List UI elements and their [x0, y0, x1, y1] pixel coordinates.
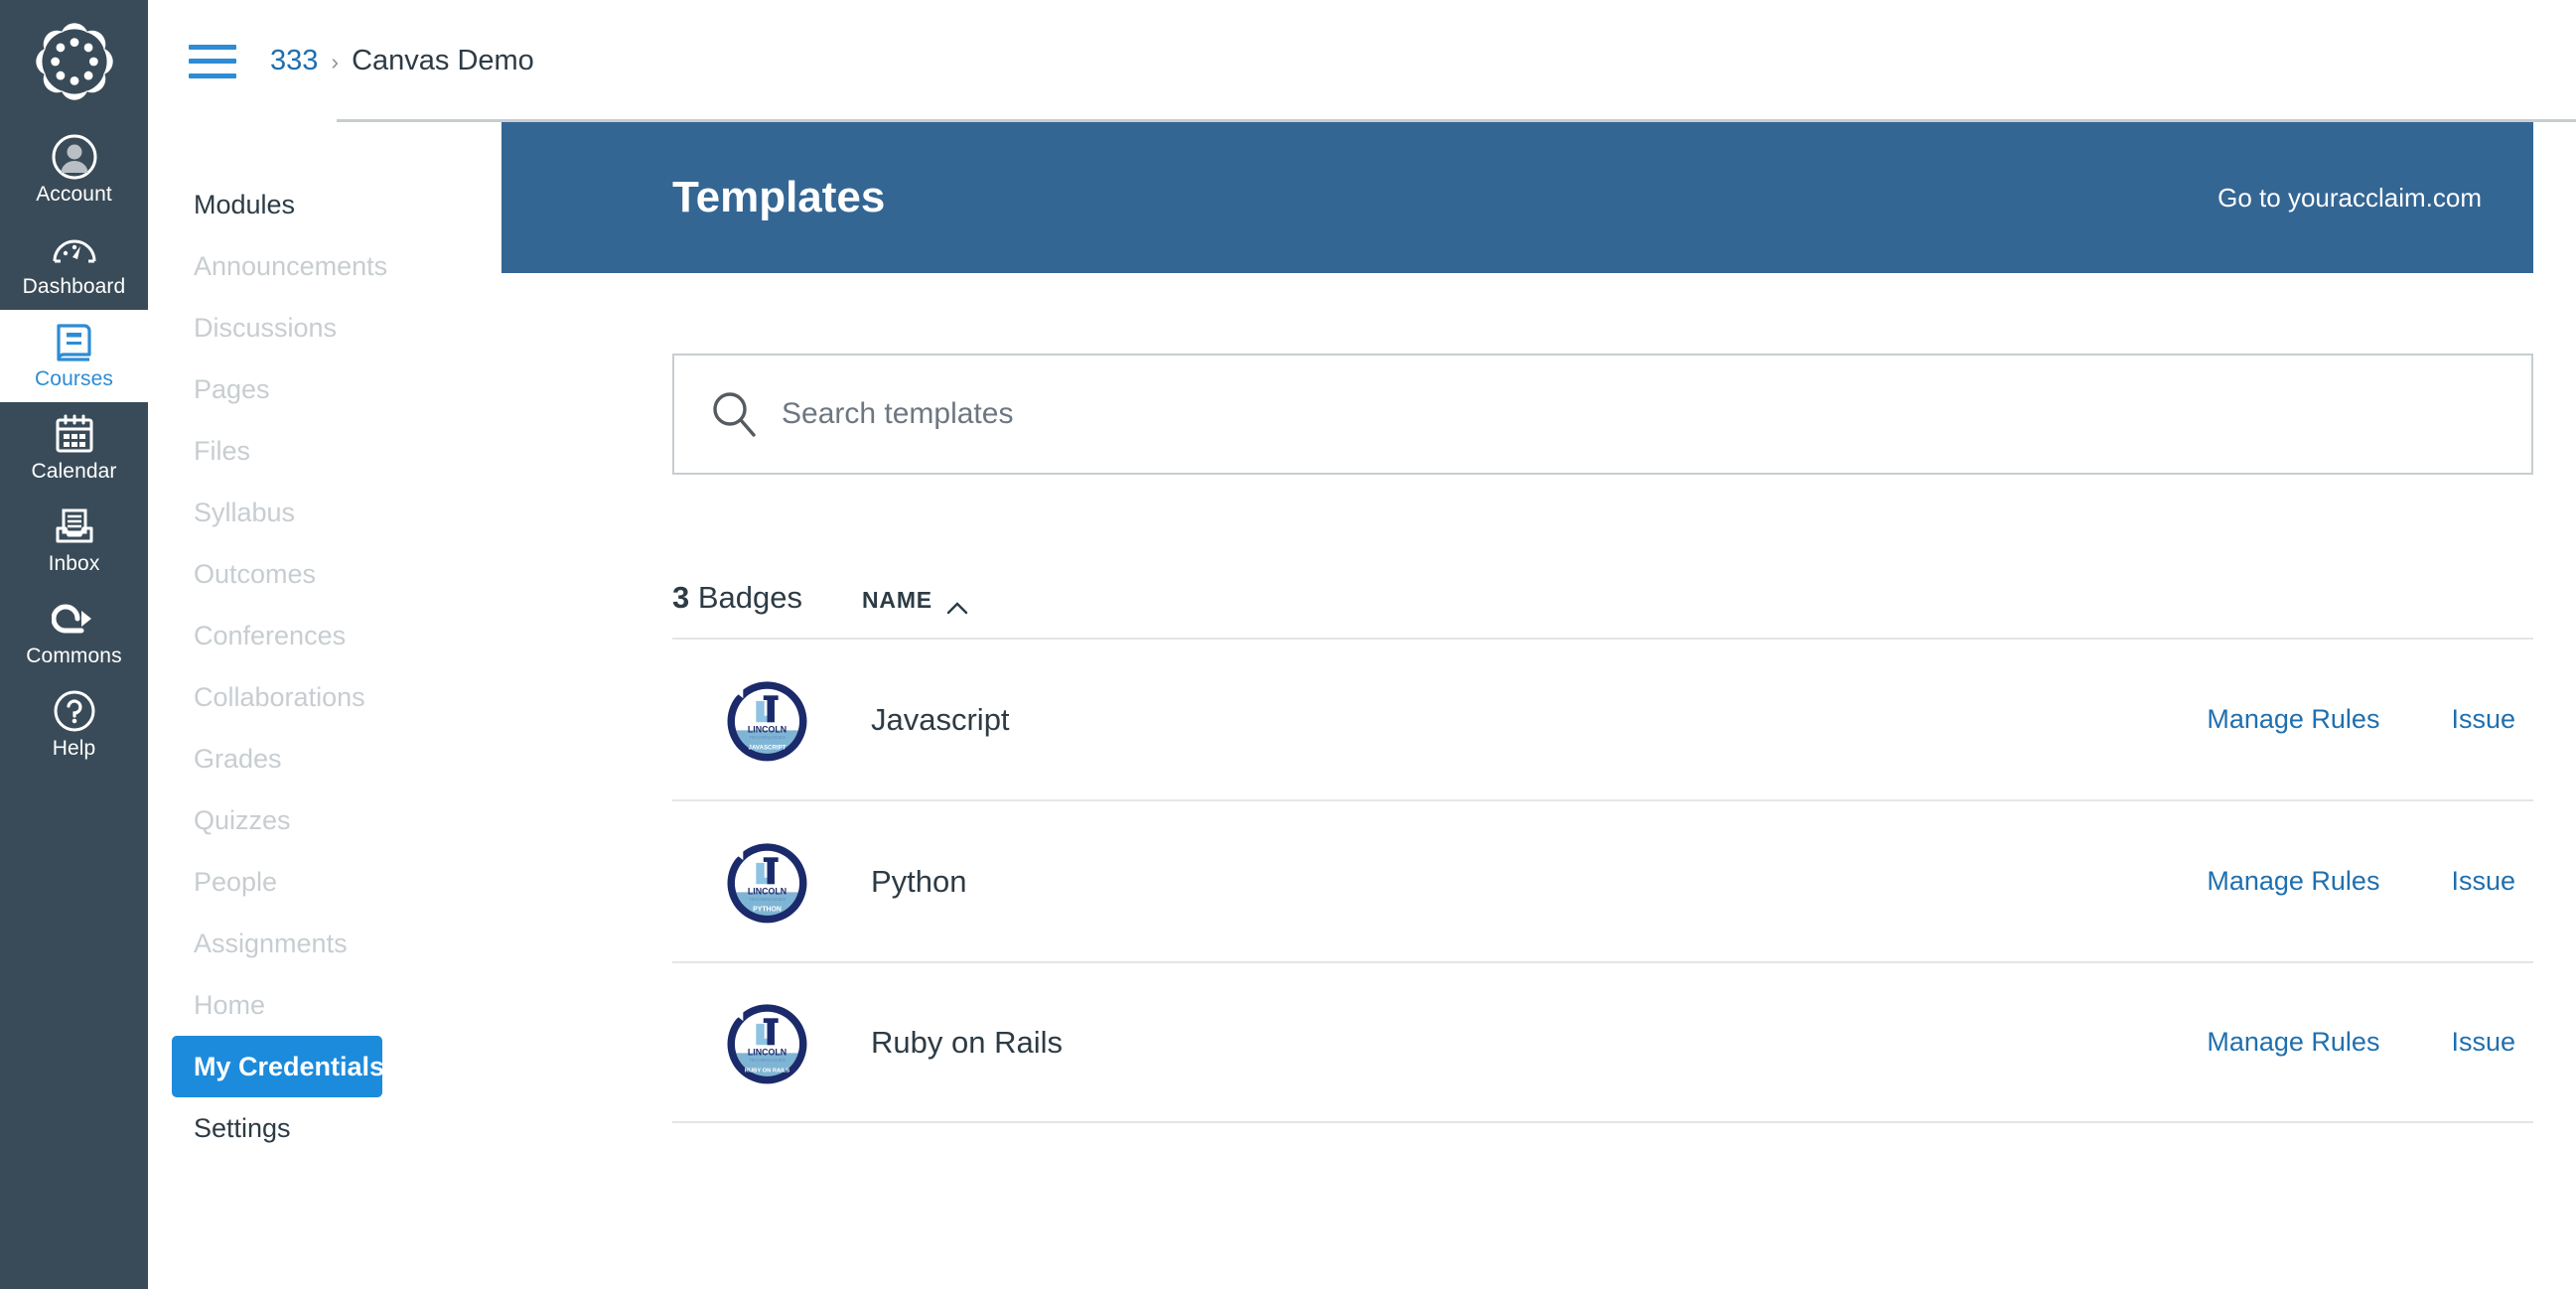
course-nav-item-modules[interactable]: Modules [172, 174, 382, 235]
calendar-icon [53, 411, 96, 457]
table-row[interactable]: LINCOLN TECHNOLOGIES RUBY ON RAILS Ruby … [672, 961, 2533, 1123]
global-nav-item-help[interactable]: Help [0, 679, 148, 772]
badge-icon: LINCOLN TECHNOLOGIES RUBY ON RAILS [721, 996, 813, 1088]
gauge-icon [51, 226, 98, 272]
breadcrumb-bar: 333 › Canvas Demo [148, 0, 2576, 122]
global-nav-label: Courses [35, 367, 113, 390]
badge-name: Javascript [871, 701, 1010, 737]
search-input[interactable] [782, 356, 2498, 473]
body-row: Modules Announcements Discussions Pages … [148, 122, 2576, 1289]
svg-text:RUBY ON RAILS: RUBY ON RAILS [745, 1068, 789, 1074]
global-nav-label: Dashboard [22, 275, 126, 298]
svg-text:LINCOLN: LINCOLN [748, 887, 787, 897]
badge-count-number: 3 [672, 580, 690, 615]
course-nav-item-my-credentials[interactable]: My Credentials [172, 1036, 384, 1097]
course-nav-item-settings[interactable]: Settings [172, 1097, 382, 1159]
global-navigation: Account Dashboard Courses Calendar Inbox… [0, 0, 148, 1289]
course-nav-item-pages[interactable]: Pages [172, 358, 382, 420]
badge-name: Python [871, 863, 967, 899]
sort-by-name-button[interactable]: NAME [862, 587, 968, 614]
hamburger-menu-icon[interactable] [189, 44, 236, 78]
badge-icon: LINCOLN TECHNOLOGIES PYTHON [721, 835, 813, 928]
course-nav-item-syllabus[interactable]: Syllabus [172, 482, 382, 543]
badge-count-label: Badges [689, 580, 803, 615]
course-nav-item-assignments[interactable]: Assignments [172, 913, 382, 974]
manage-rules-link[interactable]: Manage Rules [2207, 704, 2379, 735]
global-nav-label: Inbox [48, 552, 100, 575]
course-nav-item-files[interactable]: Files [172, 420, 382, 482]
svg-text:JAVASCRIPT: JAVASCRIPT [749, 744, 787, 751]
global-nav-item-account[interactable]: Account [0, 125, 148, 217]
svg-text:LINCOLN: LINCOLN [748, 1048, 787, 1058]
course-nav-item-home[interactable]: Home [172, 974, 382, 1036]
arrow-loop-icon [51, 596, 97, 642]
course-navigation: Modules Announcements Discussions Pages … [148, 122, 501, 1289]
svg-text:PYTHON: PYTHON [753, 906, 782, 913]
breadcrumb-course-code[interactable]: 333 [270, 45, 318, 77]
course-nav-item-collaborations[interactable]: Collaborations [172, 666, 382, 728]
search-icon [708, 388, 760, 440]
book-icon [53, 319, 96, 364]
content-inner: 3 Badges NAME [501, 354, 2533, 1123]
page-root: Account Dashboard Courses Calendar Inbox… [0, 0, 2576, 1289]
course-nav-item-outcomes[interactable]: Outcomes [172, 543, 382, 605]
breadcrumb-divider [337, 119, 2576, 122]
course-nav-item-grades[interactable]: Grades [172, 728, 382, 789]
course-nav-item-conferences[interactable]: Conferences [172, 605, 382, 666]
caret-up-icon [946, 594, 968, 614]
issue-link[interactable]: Issue [2451, 866, 2515, 897]
table-row[interactable]: LINCOLN TECHNOLOGIES PYTHON Python Manag… [672, 799, 2533, 961]
question-circle-icon [53, 688, 96, 734]
global-nav-item-commons[interactable]: Commons [0, 587, 148, 679]
svg-text:LINCOLN: LINCOLN [748, 725, 787, 735]
breadcrumb: 333 › Canvas Demo [270, 45, 534, 77]
manage-rules-link[interactable]: Manage Rules [2207, 1027, 2379, 1058]
global-nav-label: Account [36, 183, 112, 206]
search-templates-box[interactable] [672, 354, 2533, 475]
table-row[interactable]: LINCOLN TECHNOLOGIES JAVASCRIPT Javascri… [672, 638, 2533, 799]
badge-icon: LINCOLN TECHNOLOGIES JAVASCRIPT [721, 673, 813, 766]
svg-text:TECHNOLOGIES: TECHNOLOGIES [749, 897, 786, 902]
global-nav-label: Calendar [31, 460, 117, 483]
course-nav-item-quizzes[interactable]: Quizzes [172, 789, 382, 851]
badge-list-header: 3 Badges NAME [672, 580, 2533, 638]
global-nav-item-courses[interactable]: Courses [0, 310, 148, 402]
global-nav-item-dashboard[interactable]: Dashboard [0, 217, 148, 310]
breadcrumb-separator-icon: › [331, 49, 340, 74]
global-nav-item-inbox[interactable]: Inbox [0, 495, 148, 587]
svg-text:TECHNOLOGIES: TECHNOLOGIES [749, 735, 786, 740]
badge-name: Ruby on Rails [871, 1024, 1063, 1060]
manage-rules-link[interactable]: Manage Rules [2207, 866, 2379, 897]
course-nav-item-announcements[interactable]: Announcements [172, 235, 387, 297]
global-nav-item-calendar[interactable]: Calendar [0, 402, 148, 495]
content-area: 333 › Canvas Demo Modules Announcements … [148, 0, 2576, 1289]
issue-link[interactable]: Issue [2451, 704, 2515, 735]
templates-banner: Templates Go to youracclaim.com [501, 122, 2533, 273]
global-nav-label: Commons [26, 644, 122, 667]
page-title: Templates [672, 173, 886, 221]
issue-link[interactable]: Issue [2451, 1027, 2515, 1058]
global-nav-label: Help [52, 737, 96, 760]
inbox-tray-icon [53, 503, 96, 549]
course-nav-item-discussions[interactable]: Discussions [172, 297, 382, 358]
course-nav-item-people[interactable]: People [172, 851, 382, 913]
breadcrumb-current-page: Canvas Demo [352, 45, 534, 76]
sort-label: NAME [862, 587, 932, 613]
canvas-logo-icon[interactable] [25, 12, 124, 111]
main-panel: Templates Go to youracclaim.com Search t… [501, 122, 2576, 1289]
badge-count: 3 Badges [672, 580, 802, 616]
user-avatar-icon [51, 134, 98, 180]
svg-text:TECHNOLOGIES: TECHNOLOGIES [749, 1058, 786, 1063]
go-to-youracclaim-link[interactable]: Go to youracclaim.com [2218, 183, 2482, 214]
